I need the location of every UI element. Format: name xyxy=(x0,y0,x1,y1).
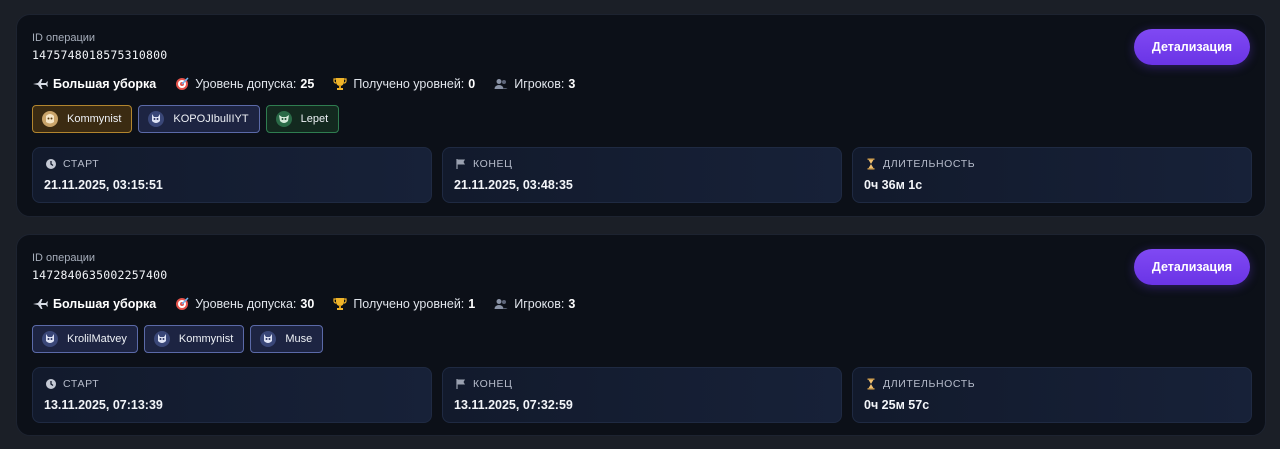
player-name: Kommynist xyxy=(178,333,234,345)
player-avatar-icon xyxy=(41,110,59,128)
players-count-value: 3 xyxy=(568,297,576,311)
mission-name: Большая уборка xyxy=(53,77,157,91)
hourglass-icon xyxy=(865,158,877,170)
player-avatar-icon xyxy=(147,110,165,128)
users-icon xyxy=(493,297,509,311)
levels-gained: Получено уровней: 1 xyxy=(332,297,475,311)
players-count: Игроков: 3 xyxy=(493,297,575,311)
end-label: КОНЕЦ xyxy=(473,378,513,390)
hourglass-icon xyxy=(865,378,877,390)
mission-info: Большая уборка xyxy=(32,297,156,311)
target-icon xyxy=(174,77,190,91)
operation-meta: Большая уборка Уровень допуска: 25 Получ… xyxy=(32,77,593,91)
levels-gained-label: Получено уровней: xyxy=(353,297,465,311)
player-chip[interactable]: Lepet xyxy=(265,105,340,133)
flag-icon xyxy=(455,158,467,170)
players-count-label: Игроков: xyxy=(514,297,565,311)
access-level-label: Уровень допуска: xyxy=(195,297,297,311)
details-button[interactable]: Детализация xyxy=(1134,249,1250,285)
mission-name: Большая уборка xyxy=(53,297,157,311)
access-level: Уровень допуска: 25 xyxy=(174,77,314,91)
duration-label: ДЛИТЕЛЬНОСТЬ xyxy=(883,378,976,390)
mission-info: Большая уборка xyxy=(32,77,156,91)
player-name: Kommynist xyxy=(67,113,122,125)
levels-gained-value: 0 xyxy=(468,77,476,91)
duration-value: 0ч 25м 57с xyxy=(864,398,930,412)
levels-gained-label: Получено уровней: xyxy=(353,77,465,91)
player-chip[interactable]: Kommynist xyxy=(143,325,245,353)
end-box: КОНЕЦ 13.11.2025, 07:32:59 xyxy=(442,367,842,423)
plane-icon xyxy=(32,77,48,91)
clock-icon xyxy=(45,158,57,170)
player-list: KrolilMatvey Kommynist Muse xyxy=(32,325,329,353)
duration-box: ДЛИТЕЛЬНОСТЬ 0ч 36м 1с xyxy=(852,147,1252,203)
player-list: Kommynist KOPOJIbulIIYT Lepet xyxy=(32,105,345,133)
access-level-label: Уровень допуска: xyxy=(195,77,297,91)
clock-icon xyxy=(45,378,57,390)
player-avatar-icon xyxy=(41,330,59,348)
operation-id-label: ID операции xyxy=(32,32,96,44)
player-chip[interactable]: KOPOJIbulIIYT xyxy=(138,105,260,133)
time-info: СТАРТ 21.11.2025, 03:15:51 КОНЕЦ 21.11.2… xyxy=(32,147,1252,203)
access-level-value: 25 xyxy=(300,77,315,91)
end-value: 21.11.2025, 03:48:35 xyxy=(454,178,573,192)
start-box: СТАРТ 21.11.2025, 03:15:51 xyxy=(32,147,432,203)
player-avatar-icon xyxy=(259,330,277,348)
plane-icon xyxy=(32,297,48,311)
operation-id-value: 1472840635002257400 xyxy=(32,268,168,282)
end-label: КОНЕЦ xyxy=(473,158,513,170)
player-name: KOPOJIbulIIYT xyxy=(173,113,249,125)
start-value: 21.11.2025, 03:15:51 xyxy=(44,178,163,192)
player-avatar-icon xyxy=(153,330,171,348)
operation-id-label: ID операции xyxy=(32,252,96,264)
access-level: Уровень допуска: 30 xyxy=(174,297,314,311)
operation-card: ID операции 1472840635002257400 Детализа… xyxy=(16,234,1266,436)
trophy-icon xyxy=(332,297,348,311)
levels-gained: Получено уровней: 0 xyxy=(332,77,475,91)
duration-label: ДЛИТЕЛЬНОСТЬ xyxy=(883,158,976,170)
end-value: 13.11.2025, 07:32:59 xyxy=(454,398,573,412)
operation-card: ID операции 1475748018575310800 Детализа… xyxy=(16,14,1266,217)
duration-box: ДЛИТЕЛЬНОСТЬ 0ч 25м 57с xyxy=(852,367,1252,423)
target-icon xyxy=(174,297,190,311)
levels-gained-value: 1 xyxy=(468,297,476,311)
player-chip[interactable]: KrolilMatvey xyxy=(32,325,138,353)
player-name: Muse xyxy=(285,333,313,345)
players-count-value: 3 xyxy=(568,77,576,91)
player-avatar-icon xyxy=(275,110,293,128)
player-chip[interactable]: Muse xyxy=(250,325,324,353)
details-button[interactable]: Детализация xyxy=(1134,29,1250,65)
flag-icon xyxy=(455,378,467,390)
player-chip[interactable]: Kommynist xyxy=(32,105,133,133)
operation-meta: Большая уборка Уровень допуска: 30 Получ… xyxy=(32,297,593,311)
duration-value: 0ч 36м 1с xyxy=(864,178,923,192)
end-box: КОНЕЦ 21.11.2025, 03:48:35 xyxy=(442,147,842,203)
operation-id-value: 1475748018575310800 xyxy=(32,48,168,62)
players-count-label: Игроков: xyxy=(514,77,565,91)
players-count: Игроков: 3 xyxy=(493,77,575,91)
trophy-icon xyxy=(332,77,348,91)
player-name: Lepet xyxy=(300,113,329,125)
users-icon xyxy=(493,77,509,91)
start-label: СТАРТ xyxy=(63,158,100,170)
player-name: KrolilMatvey xyxy=(67,333,127,345)
time-info: СТАРТ 13.11.2025, 07:13:39 КОНЕЦ 13.11.2… xyxy=(32,367,1252,423)
start-box: СТАРТ 13.11.2025, 07:13:39 xyxy=(32,367,432,423)
access-level-value: 30 xyxy=(300,297,315,311)
start-label: СТАРТ xyxy=(63,378,100,390)
start-value: 13.11.2025, 07:13:39 xyxy=(44,398,163,412)
